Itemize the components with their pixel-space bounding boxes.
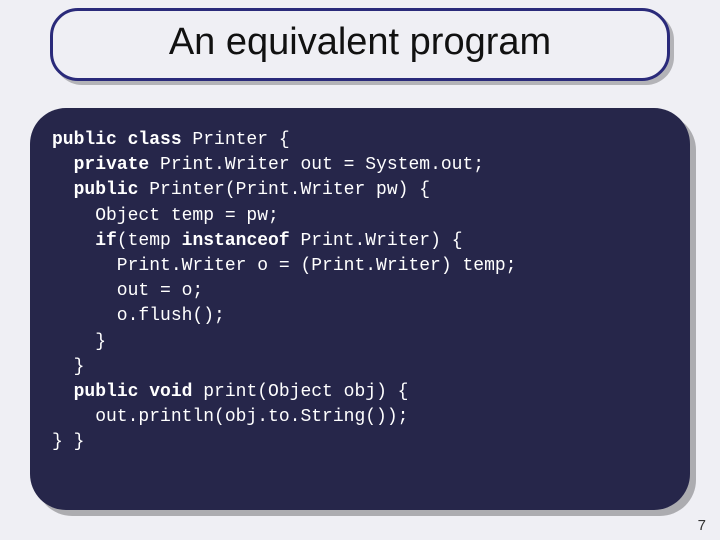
page-number: 7: [698, 517, 706, 534]
code-text: }: [52, 357, 84, 377]
kw-public: public: [74, 180, 139, 200]
kw-instanceof: instanceof: [182, 231, 290, 251]
code-indent: [52, 155, 74, 175]
kw-public-class: public class: [52, 130, 182, 150]
code-text: Printer(Print.Writer pw) {: [138, 180, 430, 200]
code-text: Printer {: [182, 130, 290, 150]
kw-public-void: public void: [74, 382, 193, 402]
kw-if: if: [95, 231, 117, 251]
title-box: An equivalent program: [50, 8, 670, 81]
title-container: An equivalent program: [50, 8, 670, 81]
code-text: (temp: [117, 231, 182, 251]
kw-private: private: [74, 155, 150, 175]
code-indent: [52, 231, 95, 251]
code-text: Print.Writer o = (Print.Writer) temp;: [52, 256, 516, 276]
code-text: } }: [52, 432, 84, 452]
code-box: public class Printer { private Print.Wri…: [30, 108, 690, 510]
code-text: }: [52, 332, 106, 352]
slide-title: An equivalent program: [83, 21, 637, 64]
code-text: out = o;: [52, 281, 203, 301]
code-text: print(Object obj) {: [192, 382, 408, 402]
code-indent: [52, 382, 74, 402]
code-text: Print.Writer out = System.out;: [149, 155, 484, 175]
code-block: public class Printer { private Print.Wri…: [52, 128, 662, 455]
code-indent: [52, 180, 74, 200]
code-text: Print.Writer) {: [290, 231, 463, 251]
code-container: public class Printer { private Print.Wri…: [30, 108, 690, 510]
code-text: out.println(obj.to.String());: [52, 407, 408, 427]
code-text: Object temp = pw;: [52, 206, 279, 226]
code-text: o.flush();: [52, 306, 225, 326]
